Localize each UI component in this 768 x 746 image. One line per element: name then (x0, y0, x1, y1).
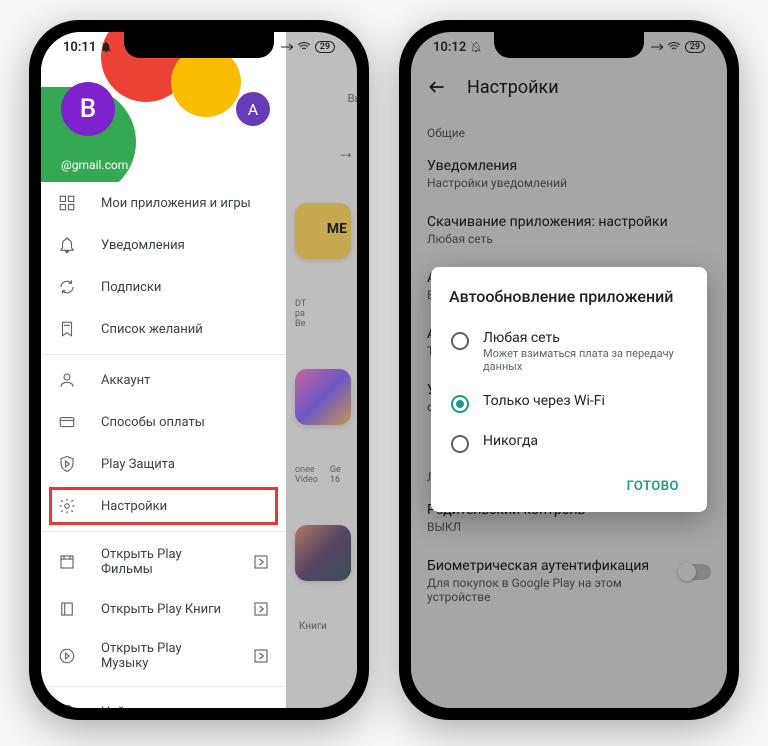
menu-label: Список желаний (101, 322, 270, 337)
menu-label: Открыть Play Книги (101, 602, 228, 617)
airplane-icon (281, 42, 293, 52)
status-time: 10:12 (433, 40, 466, 55)
external-icon (252, 647, 270, 665)
account-expand-icon[interactable]: ▾ (260, 158, 266, 172)
menu-play-movies[interactable]: Открыть Play Фильмы (41, 536, 286, 588)
notch (124, 32, 274, 58)
bell-off-icon (470, 41, 482, 53)
bell-off-icon (100, 41, 112, 53)
avatar-primary[interactable]: B (61, 82, 115, 136)
menu-label: Открыть Play Музыку (101, 641, 228, 671)
menu-payment[interactable]: Способы оплаты (41, 401, 286, 443)
menu-label: Настройки (101, 499, 270, 514)
person-icon (57, 370, 77, 390)
phone-frame-right: 10:12 29 Настройки Общие Уведомления Нас… (399, 20, 739, 720)
status-time: 10:11 (63, 40, 96, 55)
menu-label: Уведомления (101, 238, 270, 253)
bell-icon (57, 235, 77, 255)
battery-indicator: 29 (315, 41, 335, 53)
refresh-icon (57, 277, 77, 297)
phone-frame-left: 10:11 29 Вы → ME DT pa Be onee VideoGe 1… (29, 20, 369, 720)
wifi-icon (297, 42, 311, 52)
menu-find-music[interactable]: Найти музыку (41, 691, 286, 708)
menu-label: Способы оплаты (101, 415, 270, 430)
menu-play-music[interactable]: Открыть Play Музыку (41, 630, 286, 682)
radio-icon (451, 395, 469, 413)
grid-icon (57, 193, 77, 213)
screen-left: 10:11 29 Вы → ME DT pa Be onee VideoGe 1… (41, 32, 357, 708)
menu-label: Найти музыку (101, 705, 270, 709)
external-icon (252, 600, 270, 618)
menu-my-apps[interactable]: Мои приложения и игры (41, 182, 286, 224)
card-icon (57, 412, 77, 432)
menu-label: Play Защита (101, 457, 270, 472)
radio-never[interactable]: Никогда (449, 423, 689, 463)
menu-settings[interactable]: Настройки (41, 485, 286, 527)
battery-indicator: 29 (685, 41, 705, 53)
navigation-drawer: B A @gmail.com ▾ Мои приложения и игры У… (41, 32, 286, 708)
menu-account[interactable]: Аккаунт (41, 359, 286, 401)
airplane-icon (651, 42, 663, 52)
wifi-icon (667, 42, 681, 52)
menu-play-protect[interactable]: Play Защита (41, 443, 286, 485)
radio-icon (451, 332, 469, 350)
note-icon (57, 702, 77, 708)
done-button[interactable]: ГОТОВО (617, 471, 689, 502)
menu-label: Открыть Play Фильмы (101, 547, 228, 577)
menu-label: Аккаунт (101, 373, 270, 388)
drawer-body: Мои приложения и игры Уведомления Подпис… (41, 182, 286, 708)
auto-update-dialog: Автообновление приложений Любая сеть Мож… (431, 267, 707, 512)
avatar-secondary[interactable]: A (236, 92, 270, 126)
gear-icon (57, 496, 77, 516)
account-email: @gmail.com (61, 158, 128, 172)
menu-wishlist[interactable]: Список желаний (41, 308, 286, 350)
menu-label: Мои приложения и игры (101, 196, 270, 211)
radio-any-network[interactable]: Любая сеть Может взиматься плата за пере… (449, 320, 689, 383)
menu-play-books[interactable]: Открыть Play Книги (41, 588, 286, 630)
external-icon (252, 553, 270, 571)
screen-right: 10:12 29 Настройки Общие Уведомления Нас… (411, 32, 727, 708)
movies-icon (57, 552, 77, 572)
shield-icon (57, 454, 77, 474)
menu-notifications[interactable]: Уведомления (41, 224, 286, 266)
divider (41, 686, 286, 687)
menu-label: Подписки (101, 280, 270, 295)
bookmark-icon (57, 319, 77, 339)
divider (41, 531, 286, 532)
radio-icon (451, 435, 469, 453)
books-icon (57, 599, 77, 619)
radio-wifi-only[interactable]: Только через Wi-Fi (449, 383, 689, 423)
dialog-title: Автообновление приложений (449, 287, 689, 306)
menu-subscriptions[interactable]: Подписки (41, 266, 286, 308)
music-icon (57, 646, 77, 666)
notch (494, 32, 644, 58)
divider (41, 354, 286, 355)
